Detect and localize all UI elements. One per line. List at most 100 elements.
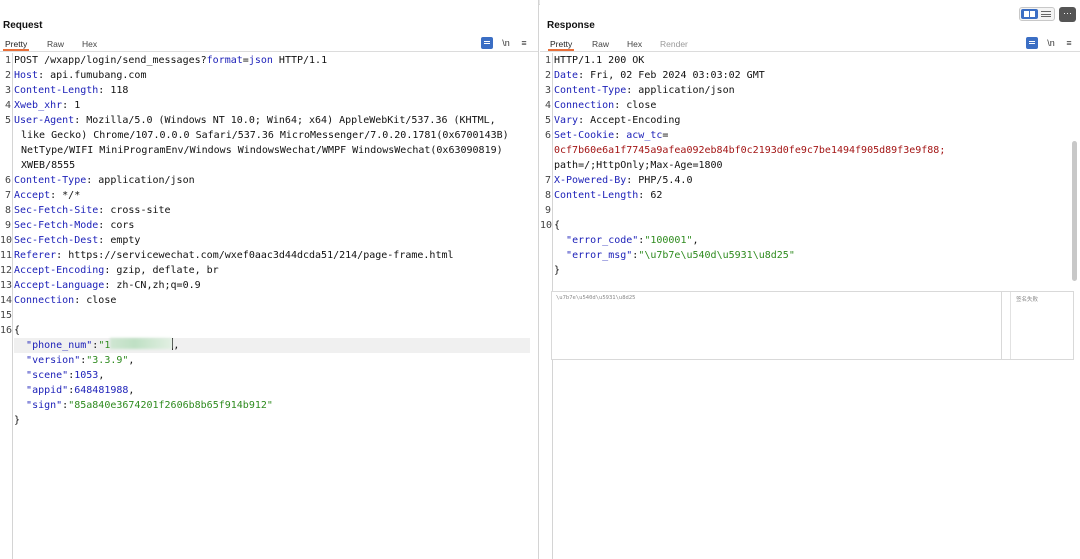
layout-switch[interactable] xyxy=(1019,7,1055,21)
code-line: 1 HTTP/1.1 200 OK xyxy=(540,53,1080,68)
response-tab-hex[interactable]: Hex xyxy=(625,38,644,51)
line-number: 1 xyxy=(544,55,551,66)
line-number: 14 xyxy=(0,295,13,306)
decoded-input-text: \u7b7e\u540d\u5931\u8d25 xyxy=(556,295,636,301)
line-text: { xyxy=(14,323,20,338)
redacted-phone-number xyxy=(110,338,173,349)
line-text: Sec-Fetch-Dest: empty xyxy=(14,233,140,248)
request-editor[interactable]: 1 POST /wxapp/login/send_messages?format=… xyxy=(0,53,538,559)
code-token: HTTP/1.1 200 OK xyxy=(554,55,645,66)
line-text: Date: Fri, 02 Feb 2024 03:03:02 GMT xyxy=(554,68,765,83)
code-token: : PHP/5.4.0 xyxy=(626,175,693,186)
line-number: 7 xyxy=(544,175,551,186)
code-token: : gzip, deflate, br xyxy=(104,265,219,276)
code-token: , xyxy=(128,385,135,396)
code-token: : Mozilla/5.0 (Windows NT 10.0; Win64; x… xyxy=(74,115,496,126)
response-scrollbar[interactable] xyxy=(1072,141,1077,281)
code-token: Set-Cookie xyxy=(554,130,615,141)
code-token: , xyxy=(173,340,180,351)
pretty-print-icon[interactable] xyxy=(1026,37,1038,49)
line-text: Sec-Fetch-Site: cross-site xyxy=(14,203,171,218)
code-token: : cross-site xyxy=(98,205,171,216)
code-token: : */* xyxy=(50,190,81,201)
split-view-icon[interactable] xyxy=(1021,9,1038,19)
request-tab-pretty[interactable]: Pretty xyxy=(3,38,30,51)
more-options-button[interactable]: ⋯ xyxy=(1059,7,1076,22)
code-line: "appid":648481988, xyxy=(0,383,538,398)
line-number: 5 xyxy=(4,115,11,126)
code-line: 12 Accept-Encoding: gzip, deflate, br xyxy=(0,263,538,278)
menu-icon[interactable]: ≡ xyxy=(1063,37,1075,49)
code-line: 10{ xyxy=(540,218,1080,233)
code-token: , xyxy=(692,235,699,246)
decoded-input-panel[interactable]: \u7b7e\u540d\u5931\u8d25 xyxy=(551,291,1014,360)
code-line: like Gecko) Chrome/107.0.0.0 Safari/537.… xyxy=(0,128,538,143)
code-token: User-Agent xyxy=(14,115,75,126)
code-line: 6 Content-Type: application/json xyxy=(0,173,538,188)
code-token: { xyxy=(554,220,561,231)
newline-toggle-icon[interactable]: \n xyxy=(1045,37,1057,49)
code-token: : application/json xyxy=(626,85,735,96)
code-line: XWEB/8555 xyxy=(0,158,538,173)
line-text: Accept: */* xyxy=(14,188,80,203)
request-tab-hex[interactable]: Hex xyxy=(80,38,99,51)
line-number: 2 xyxy=(4,70,11,81)
code-line: 2 Date: Fri, 02 Feb 2024 03:03:02 GMT xyxy=(540,68,1080,83)
code-token: , xyxy=(128,355,135,366)
line-text: "sign":"85a840e3674201f2606b8b65f914b912… xyxy=(14,398,273,413)
pretty-print-icon[interactable] xyxy=(481,37,493,49)
line-text: Connection: close xyxy=(14,293,116,308)
line-number: 11 xyxy=(0,250,13,261)
line-text: Xweb_xhr: 1 xyxy=(14,98,80,113)
code-line: } xyxy=(540,263,1080,278)
line-text: Set-Cookie: acw_tc= xyxy=(554,128,668,143)
decoded-output-panel[interactable]: 签名失败 xyxy=(1001,291,1074,360)
newline-toggle-icon[interactable]: \n xyxy=(500,37,512,49)
code-line: "phone_num":"1, xyxy=(0,338,538,353)
response-pane: Response Pretty Raw Hex Render \n ≡ 1 HTT… xyxy=(540,0,1080,559)
code-token: : api.fumubang.com xyxy=(38,70,147,81)
decoded-output-text: 签名失败 xyxy=(1016,297,1039,303)
code-line: "version":"3.3.9", xyxy=(0,353,538,368)
response-tab-render[interactable]: Render xyxy=(658,38,690,51)
line-text: like Gecko) Chrome/107.0.0.0 Safari/537.… xyxy=(21,128,509,143)
line-number: 9 xyxy=(544,205,551,216)
code-line: 1 POST /wxapp/login/send_messages?format=… xyxy=(0,53,538,68)
code-token: : Fri, 02 Feb 2024 03:03:02 GMT xyxy=(578,70,765,81)
line-text: XWEB/8555 xyxy=(21,158,75,173)
code-line: "error_msg":"\u7b7e\u540d\u5931\u8d25" xyxy=(540,248,1080,263)
response-tab-raw[interactable]: Raw xyxy=(590,38,611,51)
code-line: 15 xyxy=(0,308,538,323)
menu-icon[interactable]: ≡ xyxy=(518,37,530,49)
request-pane: Request Pretty Raw Hex \n ≡ 1 POST /wxapp… xyxy=(0,0,539,559)
line-text: Content-Type: application/json xyxy=(14,173,195,188)
code-token: Sec-Fetch-Site xyxy=(14,205,99,216)
request-tab-raw[interactable]: Raw xyxy=(45,38,66,51)
code-token: path=/;HttpOnly;Max-Age=1800 xyxy=(554,160,723,171)
code-token: 1053 xyxy=(74,370,99,381)
stacked-view-icon[interactable] xyxy=(1041,11,1051,17)
code-line: 8 Content-Length: 62 xyxy=(540,188,1080,203)
line-number: 3 xyxy=(4,85,11,96)
panel-splitter[interactable] xyxy=(1010,292,1011,359)
line-text: "appid":648481988, xyxy=(14,383,134,398)
code-token: "error_code" xyxy=(566,235,639,246)
code-token: HTTP/1.1 xyxy=(272,55,328,66)
code-token: 0cf7b60e6a1f7745a9afea092eb84bf0c2193d0f… xyxy=(554,145,946,156)
response-tab-pretty[interactable]: Pretty xyxy=(548,38,575,51)
line-text: User-Agent: Mozilla/5.0 (Windows NT 10.0… xyxy=(14,113,496,128)
line-text: } xyxy=(14,413,20,428)
code-token: } xyxy=(14,415,21,426)
line-number: 6 xyxy=(4,175,11,186)
code-token: : 62 xyxy=(638,190,663,201)
code-line: "error_code":"100001", xyxy=(540,233,1080,248)
code-token: Date xyxy=(554,70,579,81)
code-token: : application/json xyxy=(86,175,195,186)
code-token: Content-Length xyxy=(14,85,99,96)
line-number: 5 xyxy=(544,115,551,126)
line-text: Host: api.fumubang.com xyxy=(14,68,146,83)
